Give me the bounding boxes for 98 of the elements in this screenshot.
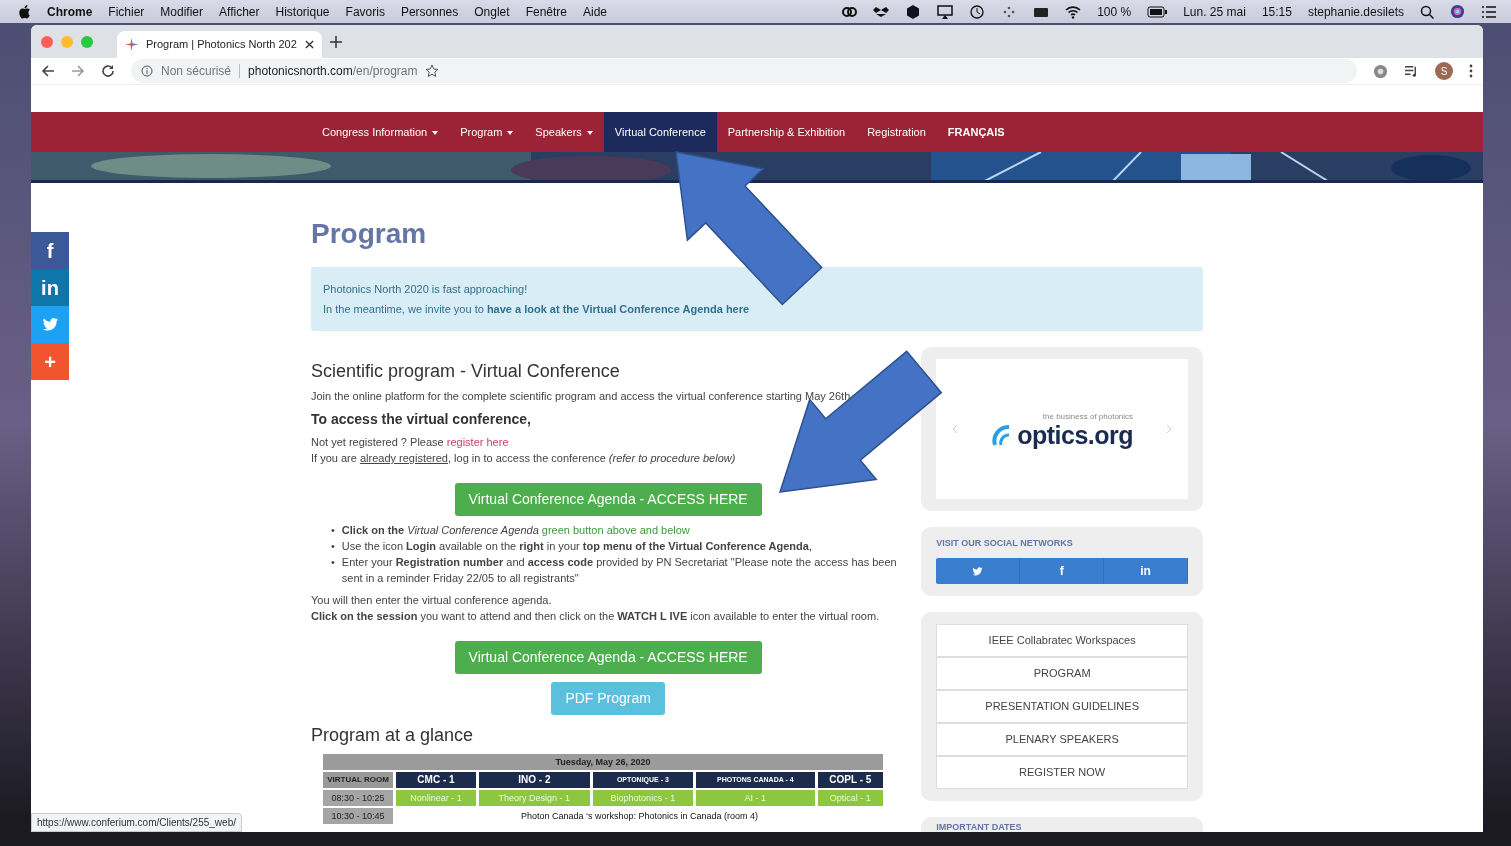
nav-item[interactable]: Program	[449, 112, 525, 152]
intro-text: Join the online platform for the complete scientific program and access the virtual conference starting May 26th	[311, 389, 852, 405]
user-name[interactable]: stephanie.desilets	[1307, 2, 1404, 21]
card-title: IMPORTANT DATES	[936, 821, 1023, 832]
share-button[interactable]: in	[31, 269, 69, 306]
bullet: •	[331, 538, 335, 554]
browser-tab[interactable]: Program | Photonics North 202	[117, 31, 322, 58]
menu-item[interactable]: Fichier	[108, 2, 145, 21]
alert-text: Photonics North 2020 is fast approaching!	[323, 281, 529, 297]
profile-avatar[interactable]: S	[1435, 62, 1453, 80]
info-icon	[141, 65, 153, 77]
status-url: https://www.conferium.com/Clients/255_web/	[31, 813, 242, 832]
step-text: Use the icon Login available on the right in your top menu of the Virtual Conference Agenda,	[341, 538, 812, 554]
room-header: INO - 2	[478, 772, 590, 789]
step-text: Click on the Virtual Conference Agenda green button above and below	[341, 522, 690, 538]
battery-icon[interactable]	[1147, 5, 1168, 18]
security-label: Non sécurisé	[161, 63, 232, 80]
share-button[interactable]: f	[31, 232, 69, 269]
alert-text: In the meantime, we invite you to have a look at the Virtual Conference Agenda here	[323, 301, 751, 317]
section-title: Scientific program - Virtual Conference	[311, 360, 621, 383]
menubar-time: 15:15	[1261, 3, 1292, 21]
url-text: photonicsnorth.com/en/program	[248, 63, 418, 80]
session-cell: AI - 1	[695, 790, 815, 807]
share-button[interactable]	[31, 306, 69, 343]
nav-item[interactable]: Virtual Conference	[603, 112, 717, 152]
section-title: Program at a glance	[311, 724, 475, 747]
wifi-icon[interactable]	[1065, 3, 1082, 20]
instruction-text: You will then enter the virtual conference agenda.	[311, 592, 553, 608]
address-bar[interactable]: Non sécurisé photonicsnorth.com/en/program	[131, 59, 1357, 83]
nav-item[interactable]: Speakers	[524, 112, 604, 152]
hexagon-icon[interactable]	[905, 3, 922, 20]
menu-item[interactable]: Favoris	[345, 2, 385, 21]
globe-icon[interactable]	[1373, 63, 1388, 79]
nav-item[interactable]: Registration	[856, 112, 937, 152]
register-text: Not yet registered ? Please register here	[311, 434, 510, 450]
caret-icon	[586, 130, 593, 135]
search-icon[interactable]	[1420, 4, 1434, 19]
session-cell: Biophotonics - 1	[592, 790, 693, 807]
sidebar-link[interactable]: PROGRAM	[936, 657, 1188, 691]
list-icon[interactable]	[1481, 4, 1497, 19]
playlist-icon[interactable]	[1404, 63, 1419, 79]
card-title: VISIT OUR SOCIAL NETWORKS	[936, 536, 1074, 550]
time-cell: 08:30 - 10:25	[323, 790, 393, 807]
bullet: •	[331, 522, 335, 538]
logo-tagline: the business of photonics	[1041, 410, 1134, 423]
plus-icon[interactable]	[330, 35, 342, 48]
menu-item[interactable]: Aide	[583, 2, 607, 21]
room-header: COPL - 5	[817, 772, 883, 789]
time-cell: 10:30 - 10:45	[323, 808, 393, 825]
reload-icon[interactable]	[101, 64, 115, 78]
social-button[interactable]: in	[1104, 558, 1188, 585]
bird-icon	[972, 565, 984, 577]
sidebar-link[interactable]: REGISTER NOW	[936, 756, 1188, 790]
bullet: •	[331, 554, 335, 570]
menu-item[interactable]: Fenêtre	[525, 2, 567, 21]
menu-item[interactable]: Historique	[275, 2, 330, 21]
bird-icon	[41, 316, 59, 333]
nav-item[interactable]: Congress Information	[311, 112, 450, 152]
battery-text: 100 %	[1097, 3, 1132, 21]
app-menu[interactable]: Chrome	[47, 2, 93, 21]
social-button[interactable]: f	[1020, 558, 1105, 585]
display-icon[interactable]	[937, 3, 954, 20]
more-icon[interactable]	[1469, 64, 1473, 78]
room-label: VIRTUAL ROOM	[323, 772, 393, 789]
star-outline-icon[interactable]	[425, 64, 440, 78]
caret-icon	[507, 130, 514, 135]
menubar-date: Lun. 25 mai	[1183, 3, 1246, 21]
menu-item[interactable]: Personnes	[400, 2, 459, 21]
caret-icon	[432, 130, 439, 135]
logo-text: optics.org	[1017, 422, 1134, 447]
login-text: If you are already registered, log in to access the conference (refer to procedure below)	[311, 451, 737, 467]
instruction-text: Click on the session you want to attend and then click on the WATCH L IVE icon available to enter the virtual room.	[311, 609, 881, 625]
session-cell: Theory Design - 1	[478, 790, 590, 807]
tab-title: Program | Photonics North 202	[146, 37, 297, 53]
menu-item[interactable]: Onglet	[474, 2, 510, 21]
clock-icon[interactable]	[969, 3, 986, 20]
nav-item[interactable]: Partnership & Exhibition	[716, 112, 857, 152]
subheading: To access the virtual conference,	[311, 409, 532, 429]
sidebar-link[interactable]: PLENARY SPEAKERS	[936, 723, 1188, 757]
close-icon[interactable]	[305, 40, 314, 49]
page-title: Program	[311, 217, 428, 251]
date-header: Tuesday, May 26, 2020	[323, 754, 883, 771]
menu-item[interactable]: Afficher	[219, 2, 260, 21]
menu-item[interactable]: Modifier	[160, 2, 204, 21]
sidebar-link[interactable]: PRESENTATION GUIDELINES	[936, 690, 1188, 724]
session-cell: Optical - 1	[817, 790, 883, 807]
forward-arrow-icon[interactable]	[71, 64, 85, 78]
room-header: CMC - 1	[396, 772, 476, 789]
registered-link[interactable]: already registered	[359, 452, 448, 465]
register-link[interactable]: register here	[446, 435, 509, 448]
nav-item[interactable]: FRANÇAIS	[936, 112, 1016, 152]
session-cell: Nonlinear - 1	[396, 790, 476, 807]
step-text: Enter your Registration number and access code provided by PN Secretariat "Please note the access has been sent in a reminder Friday 22/05 to all registrants"	[341, 554, 898, 586]
apple-icon[interactable]	[18, 4, 31, 19]
star-icon	[125, 38, 138, 51]
back-arrow-icon[interactable]	[41, 64, 55, 78]
orb-icon[interactable]	[1450, 4, 1465, 19]
sidebar-link[interactable]: IEEE Collabratec Workspaces	[936, 624, 1188, 658]
